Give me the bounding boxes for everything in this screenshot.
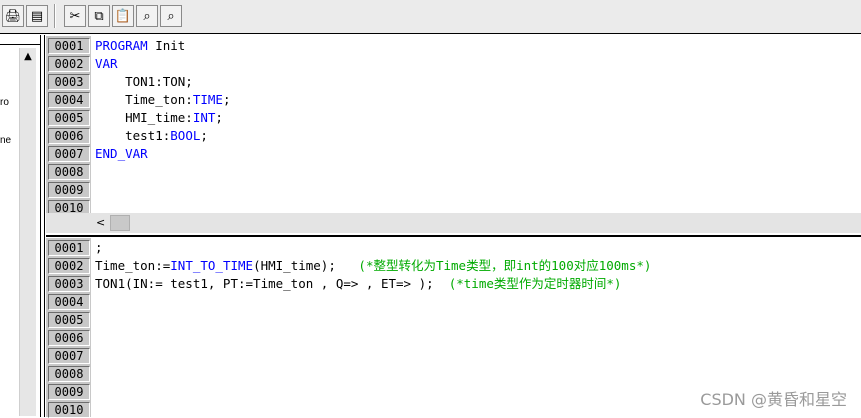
code-line[interactable]: PROGRAM Init	[95, 37, 185, 55]
line-number: 0003	[48, 276, 90, 292]
line-number: 0006	[48, 128, 90, 144]
toolbar: 🖨 ▤ ✂ ⧉ 📋 ⌕ ⌕	[0, 0, 861, 34]
line-number: 0002	[48, 258, 90, 274]
code-token: ;	[200, 128, 208, 143]
code-token: TON1:TON;	[95, 74, 193, 89]
cut-icon: ✂	[69, 8, 81, 24]
code-line[interactable]: END_VAR	[95, 145, 148, 163]
horizontal-scrollbar[interactable]: <	[46, 213, 861, 233]
comment-token: (*time类型作为定时器时间*)	[448, 276, 622, 291]
watermark: CSDN @黄昏和星空	[700, 390, 847, 409]
code-token: HMI_time:	[95, 110, 193, 125]
keyword-token: TIME	[192, 92, 223, 107]
find-next-icon: ⌕	[167, 8, 175, 24]
code-line[interactable]: TON1:TON;	[95, 73, 193, 91]
code-token: test1:	[95, 128, 171, 143]
code-line[interactable]: Time_ton:=INT_TO_TIME(HMI_time); (*整型转化为…	[95, 257, 651, 275]
line-number: 0001	[48, 240, 90, 256]
line-number: 0008	[48, 366, 90, 382]
code-token: Init	[147, 38, 186, 53]
print-preview-button[interactable]: 🖨	[2, 5, 24, 27]
line-number: 0004	[48, 294, 90, 310]
keyword-token: PROGRAM	[95, 38, 148, 53]
line-number: 0005	[48, 110, 90, 126]
keyword-token: INT	[192, 110, 216, 125]
code-line[interactable]: test1:BOOL;	[95, 127, 208, 145]
find-icon: ⌕	[143, 8, 151, 24]
line-number: 0007	[48, 146, 90, 162]
line-number: 0004	[48, 92, 90, 108]
copy-icon: ⧉	[94, 8, 104, 24]
tree-item-text[interactable]: ro	[0, 97, 9, 108]
object-organizer-pane: ro ne ▲	[0, 35, 41, 417]
copy-button[interactable]: ⧉	[88, 5, 110, 27]
cut-button[interactable]: ✂	[64, 5, 86, 27]
line-number: 0010	[48, 402, 90, 418]
print-icon: ▤	[30, 8, 44, 24]
paste-button[interactable]: 📋	[112, 5, 134, 27]
line-number: 0007	[48, 348, 90, 364]
comment-token: (*整型转化为Time类型，即int的100对应100ms*)	[358, 258, 652, 273]
code-line[interactable]: Time_ton:TIME;	[95, 91, 230, 109]
line-number: 0002	[48, 56, 90, 72]
scroll-up-icon[interactable]: ▲	[20, 48, 36, 64]
code-line[interactable]: HMI_time:INT;	[95, 109, 223, 127]
pane-header	[0, 35, 40, 45]
scroll-left-icon[interactable]: <	[96, 216, 105, 229]
editor-splitter[interactable]	[46, 235, 861, 237]
print-preview-icon: 🖨	[4, 8, 22, 24]
scroll-thumb[interactable]	[110, 215, 130, 231]
line-number: 0001	[48, 38, 90, 54]
code-token: ;	[215, 110, 223, 125]
code-line[interactable]: VAR	[95, 55, 118, 73]
line-number: 0009	[48, 182, 90, 198]
code-token: Time_ton:=	[95, 258, 171, 273]
code-line[interactable]: TON1(IN:= test1, PT:=Time_ton , Q=> , ET…	[95, 275, 621, 293]
print-button[interactable]: ▤	[26, 5, 48, 27]
line-number: 0006	[48, 330, 90, 346]
code-token: ;	[222, 92, 231, 107]
code-token: TON1(IN:= test1, PT:=Time_ton , Q=> , ET…	[95, 276, 449, 291]
keyword-token: INT_TO_TIME	[170, 258, 254, 273]
toolbar-separator	[54, 4, 56, 28]
declaration-editor[interactable]: 0001 0002 0003 0004 0005 0006 0007 0008 0009 0010…	[46, 36, 861, 216]
keyword-token: BOOL	[170, 128, 201, 143]
tree-item-text[interactable]: ne	[0, 135, 11, 146]
keyword-token: END_VAR	[95, 146, 148, 161]
code-token: Time_ton:	[95, 92, 193, 107]
line-number: 0009	[48, 384, 90, 400]
paste-icon: 📋	[114, 8, 132, 24]
vertical-scrollbar[interactable]: ▲	[19, 48, 36, 416]
find-next-button[interactable]: ⌕	[160, 5, 182, 27]
keyword-token: VAR	[95, 56, 118, 71]
code-line[interactable]: ;	[95, 239, 103, 257]
line-number: 0008	[48, 164, 90, 180]
code-token: (HMI_time);	[253, 258, 359, 273]
code-token: ;	[95, 240, 103, 255]
line-number: 0005	[48, 312, 90, 328]
find-button[interactable]: ⌕	[136, 5, 158, 27]
line-number: 0003	[48, 74, 90, 90]
